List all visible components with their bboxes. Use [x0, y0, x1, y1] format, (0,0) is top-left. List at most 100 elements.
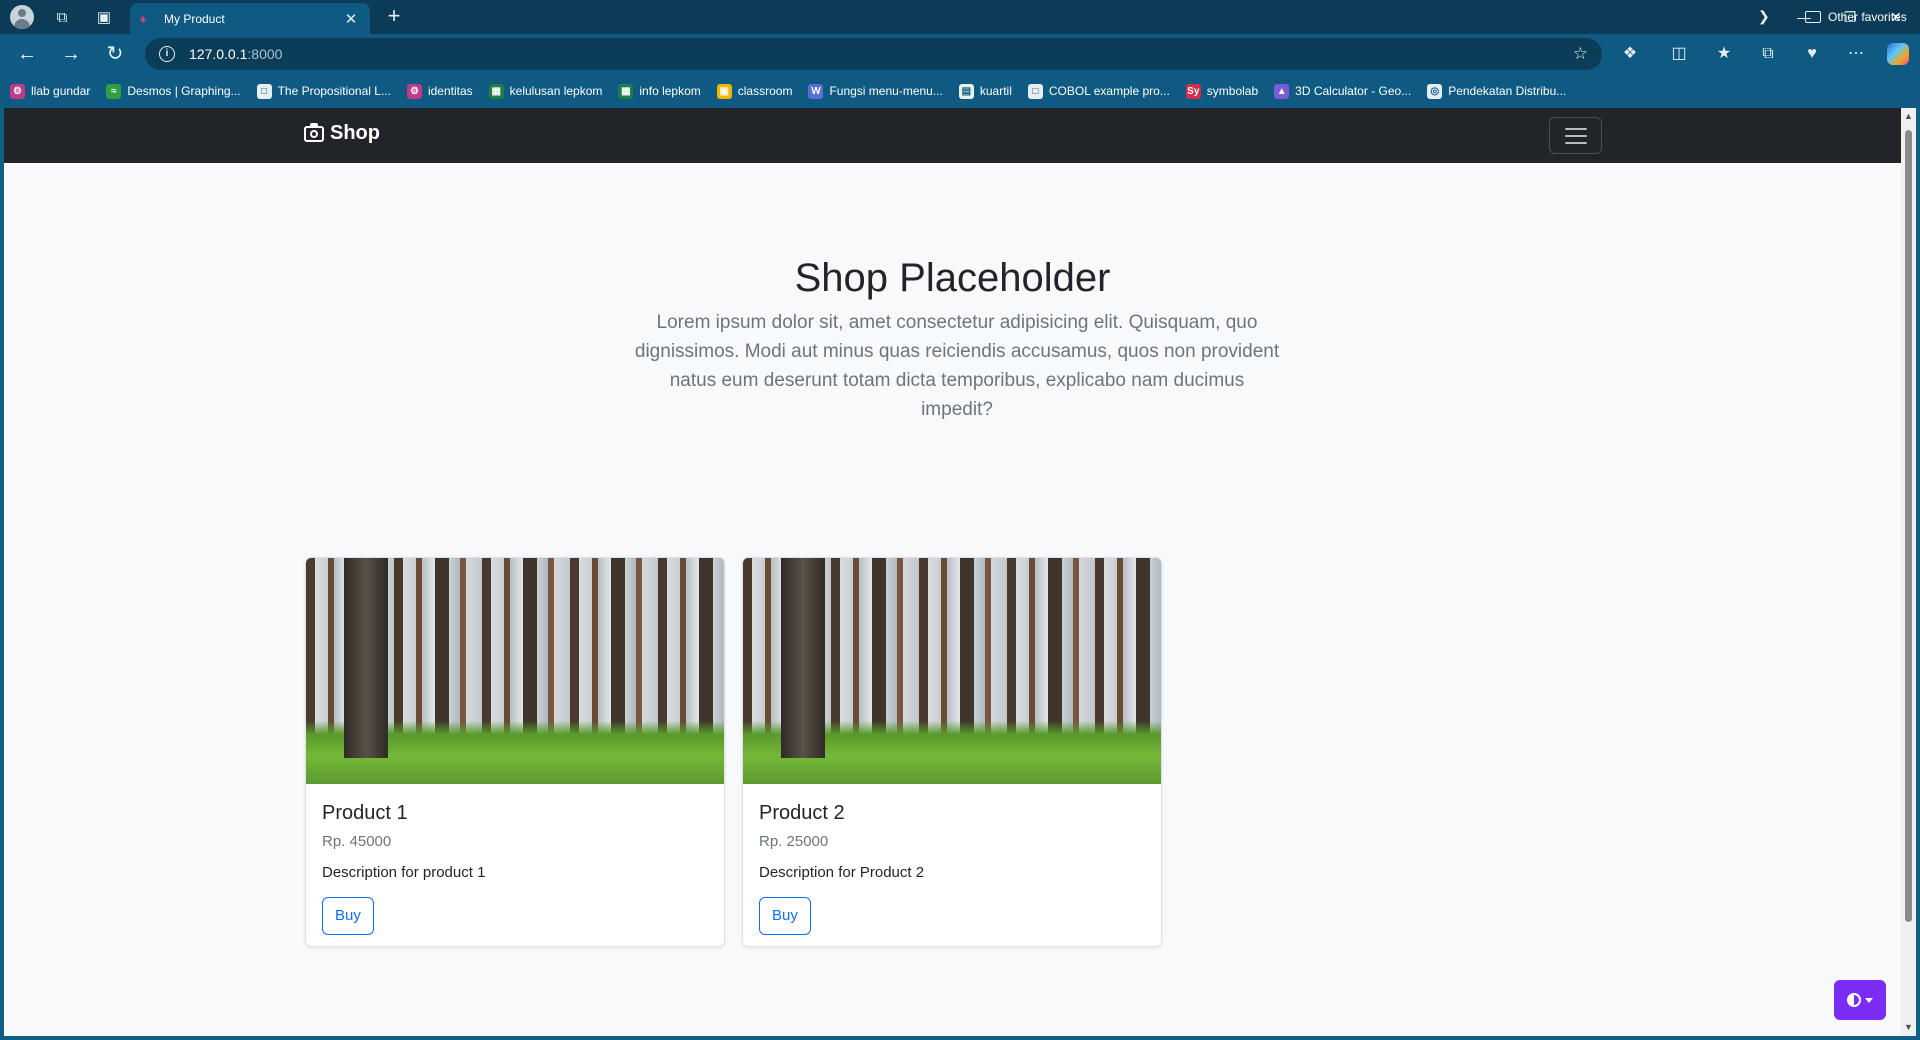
product-price: Rp. 25000: [759, 833, 829, 850]
bookmark-item[interactable]: ▦ info lepkom: [618, 83, 701, 99]
bookmark-item[interactable]: ▤ kuartil: [958, 83, 1012, 99]
more-menu-icon[interactable]: ⋯: [1842, 40, 1870, 68]
hamburger-line: [1565, 128, 1587, 130]
classroom-icon: ▣: [716, 83, 732, 99]
favorites-icon[interactable]: ★: [1710, 40, 1738, 68]
tab-title: My Product: [164, 11, 225, 26]
navbar-brand[interactable]: Shop: [304, 122, 380, 145]
bookmark-item[interactable]: □ The Propositional L...: [256, 83, 391, 99]
product-image: [743, 558, 1161, 784]
collections-icon[interactable]: ⧉: [1754, 40, 1782, 68]
bookmark-label: COBOL example pro...: [1048, 84, 1170, 98]
caret-down-icon: [1865, 997, 1873, 1003]
bookmark-label: classroom: [737, 84, 793, 98]
hero-text: Lorem ipsum dolor sit, amet consectetur …: [634, 312, 1280, 420]
refresh-icon[interactable]: ↻: [100, 40, 130, 68]
buy-button[interactable]: Buy: [759, 897, 811, 935]
bookmark-item[interactable]: ⚙ identitas: [406, 83, 473, 99]
bookmark-label: info lepkom: [639, 84, 701, 98]
chevron-right-icon[interactable]: ❯: [1758, 8, 1770, 25]
other-favorites[interactable]: Other favorites: [1805, 0, 1907, 34]
site-info-icon[interactable]: i: [159, 46, 175, 62]
contrast-icon: [1847, 993, 1861, 1007]
bookmark-label: The Propositional L...: [277, 84, 391, 98]
product-description: Description for product 1: [322, 864, 486, 881]
other-favorites-label: Other favorites: [1828, 10, 1907, 24]
bookmark-label: identitas: [427, 84, 473, 98]
workspaces-icon[interactable]: ⧉: [50, 5, 74, 29]
tab-close-icon[interactable]: ✕: [342, 10, 360, 28]
product-image: [306, 558, 724, 784]
brand-label: Shop: [330, 122, 380, 144]
product-name: Product 1: [322, 802, 408, 824]
product-name: Product 2: [759, 802, 845, 824]
bookmark-item[interactable]: ◎ Pendekatan Distribu...: [1427, 83, 1567, 99]
bookmark-label: symbolab: [1206, 84, 1259, 98]
navbar-toggler-button[interactable]: [1549, 117, 1602, 154]
bookmark-item[interactable]: ▣ classroom: [716, 83, 793, 99]
geogebra-icon: ▲: [1274, 83, 1290, 99]
url-text[interactable]: 127.0.0.1:8000: [189, 46, 1573, 62]
page-icon: □: [1027, 83, 1043, 99]
bookmarks-bar: ⚙ llab gundar ≈ Desmos | Graphing... □ The Pr…: [0, 74, 1920, 108]
bookmark-label: 3D Calculator - Geo...: [1295, 84, 1412, 98]
page-viewport: Shop Shop Placeholder Lorem ipsum dolor …: [4, 108, 1901, 1036]
bookmark-label: llab gundar: [31, 84, 91, 98]
bookmark-label: Pendekatan Distribu...: [1448, 84, 1567, 98]
address-bar[interactable]: i 127.0.0.1:8000 ☆: [145, 38, 1602, 70]
desmos-icon: ≈: [106, 83, 122, 99]
extensions-icon[interactable]: ❖: [1616, 40, 1644, 68]
globe-icon: ◎: [1427, 83, 1443, 99]
laravel-favicon-icon: ♦: [140, 11, 147, 26]
theme-toggle-button[interactable]: [1834, 980, 1886, 1020]
gear-icon: ⚙: [406, 83, 422, 99]
split-screen-icon[interactable]: ◫: [1665, 40, 1693, 68]
favorite-star-icon[interactable]: ☆: [1573, 44, 1588, 64]
bookmark-item[interactable]: Sy symbolab: [1185, 83, 1259, 99]
scroll-thumb[interactable]: [1905, 130, 1912, 922]
doc-icon: ▤: [958, 83, 974, 99]
product-card: Product 1 Rp. 45000 Description for prod…: [305, 557, 725, 947]
bookmark-label: kelulusan lepkom: [509, 84, 603, 98]
wordpress-icon: W: [808, 83, 824, 99]
bookmark-item[interactable]: W Fungsi menu-menu...: [808, 83, 943, 99]
card-body: Product 2 Rp. 25000 Description for Prod…: [743, 784, 1161, 946]
page-scrollbar[interactable]: ▲ ▼: [1901, 108, 1916, 1036]
bookmark-label: Fungsi menu-menu...: [829, 84, 943, 98]
sheet-icon: ▦: [488, 83, 504, 99]
product-card: Product 2 Rp. 25000 Description for Prod…: [742, 557, 1162, 947]
bookmark-label: kuartil: [979, 84, 1012, 98]
page-title: Shop Placeholder: [794, 256, 1111, 300]
bookmark-item[interactable]: ≈ Desmos | Graphing...: [106, 83, 241, 99]
forward-icon[interactable]: →: [56, 40, 86, 68]
bookmark-item[interactable]: ⚙ llab gundar: [10, 83, 91, 99]
new-tab-button[interactable]: +: [382, 4, 406, 28]
symbolab-icon: Sy: [1185, 83, 1201, 99]
sheet-icon: ▦: [618, 83, 634, 99]
scroll-down-icon[interactable]: ▼: [1904, 1023, 1913, 1032]
gear-icon: ⚙: [10, 83, 25, 99]
product-description: Description for Product 2: [759, 864, 925, 881]
site-navbar: Shop: [4, 108, 1901, 163]
folder-icon: [1805, 11, 1821, 23]
card-body: Product 1 Rp. 45000 Description for prod…: [306, 784, 724, 946]
hamburger-line: [1565, 135, 1587, 137]
tab-my-product[interactable]: ♦ My Product ✕: [130, 3, 370, 34]
back-icon[interactable]: ←: [12, 40, 42, 68]
page-icon: □: [256, 83, 272, 99]
camera-icon: [304, 122, 324, 142]
bookmark-item[interactable]: ▲ 3D Calculator - Geo...: [1274, 83, 1412, 99]
browser-titlebar: ⧉ ▣ ♦ My Product ✕ + — ❐ ✕: [0, 0, 1920, 34]
copilot-icon[interactable]: [1887, 43, 1909, 65]
buy-button[interactable]: Buy: [322, 897, 374, 935]
hamburger-line: [1565, 142, 1587, 144]
bookmark-item[interactable]: □ COBOL example pro...: [1027, 83, 1170, 99]
bookmark-label: Desmos | Graphing...: [127, 84, 241, 98]
scroll-up-icon[interactable]: ▲: [1904, 112, 1913, 121]
browser-toolbar: ← → ↻ i 127.0.0.1:8000 ☆ ❖ ◫ ★ ⧉ ♥ ⋯: [0, 34, 1920, 74]
tab-actions-icon[interactable]: ▣: [92, 5, 116, 29]
bookmark-item[interactable]: ▦ kelulusan lepkom: [488, 83, 603, 99]
product-price: Rp. 45000: [322, 833, 392, 850]
browser-essentials-icon[interactable]: ♥: [1798, 40, 1826, 68]
profile-avatar[interactable]: [10, 5, 34, 29]
